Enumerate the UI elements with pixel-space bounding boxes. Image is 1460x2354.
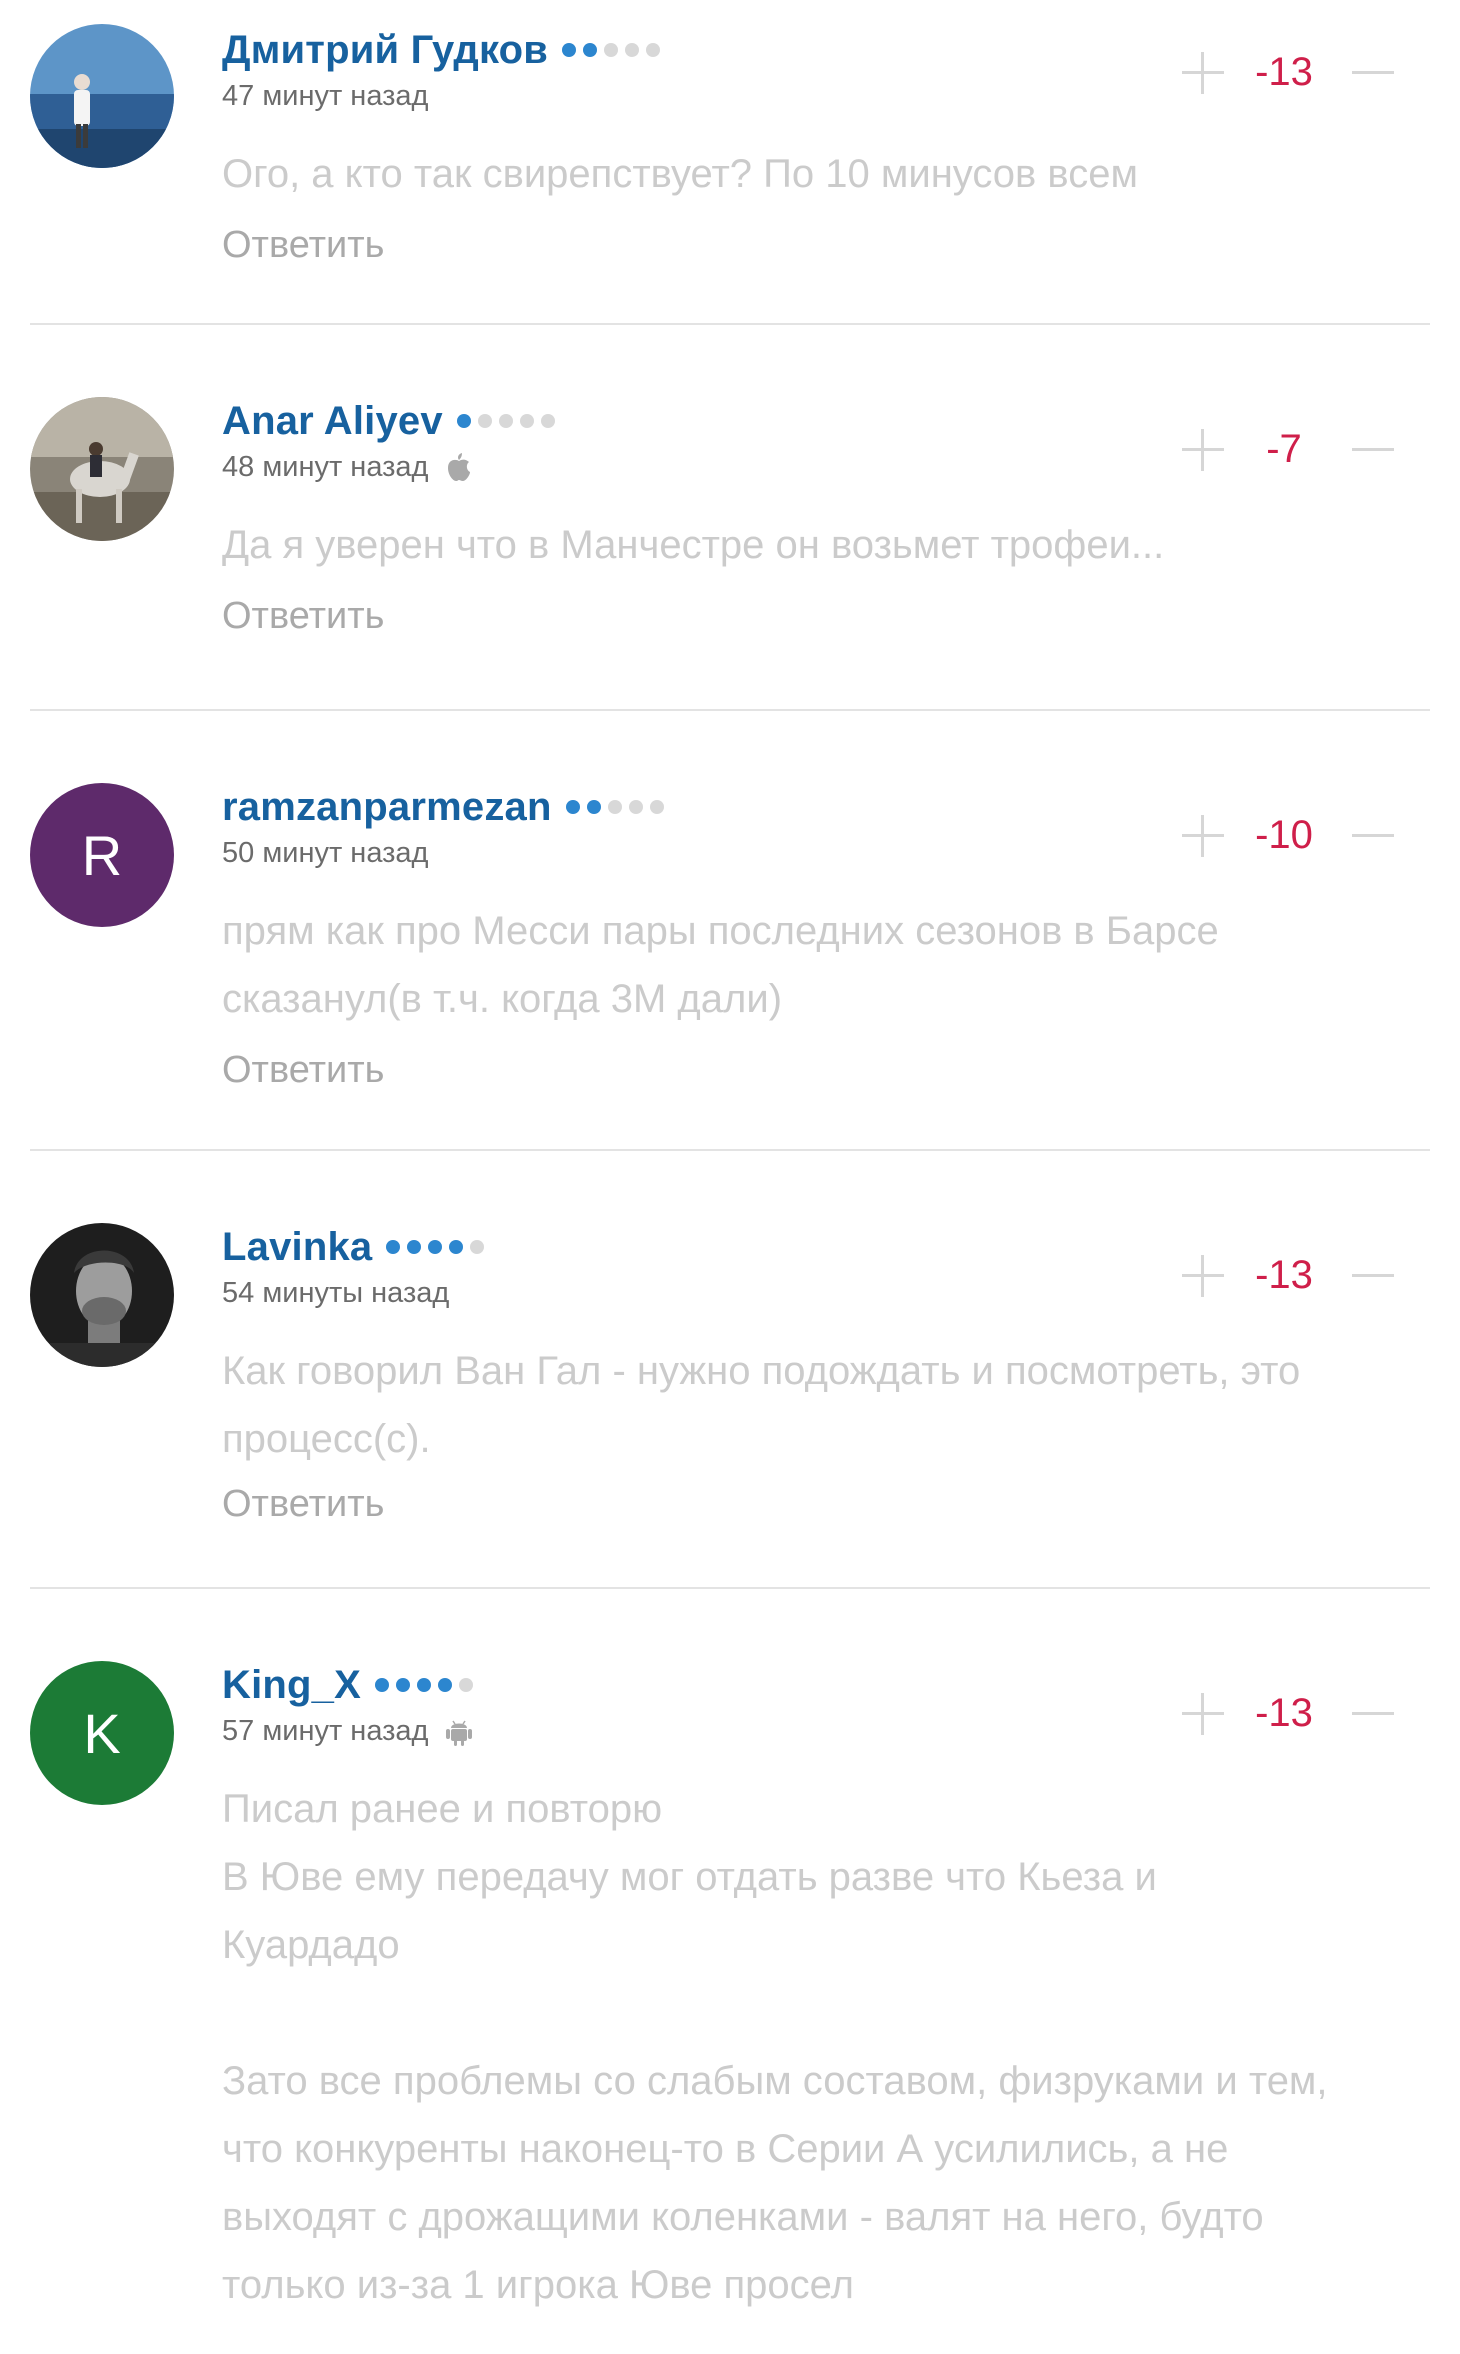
- upvote-button[interactable]: [1182, 1692, 1224, 1735]
- rating-dot: [449, 1240, 464, 1254]
- rating-dot: [628, 800, 643, 814]
- comment: Дмитрий Гудков 47 минут назад Ого, а кто…: [30, 0, 1430, 325]
- comment-paragraph: Писал ранее и повторю: [222, 1787, 663, 1831]
- comment-text: Да я уверен что в Манчестре он возьмет т…: [222, 511, 1430, 579]
- android-icon: [444, 1715, 474, 1747]
- avatar[interactable]: R: [30, 783, 174, 927]
- rating-dot: [646, 43, 661, 57]
- rating-dot: [607, 800, 622, 814]
- vote-controls: -7: [1182, 427, 1394, 472]
- upvote-button[interactable]: [1182, 51, 1224, 94]
- apple-icon: [444, 451, 474, 483]
- author-name[interactable]: Anar Aliyev: [222, 399, 443, 444]
- upvote-button[interactable]: [1182, 814, 1224, 857]
- comment-paragraph: прям как про Месси пары последних сезоно…: [222, 909, 1219, 1021]
- comment-text: Ого, а кто так свирепствует? По 10 минус…: [222, 140, 1430, 208]
- comment-text: прям как про Месси пары последних сезоно…: [222, 897, 1430, 1033]
- author-name[interactable]: Дмитрий Гудков: [222, 28, 548, 73]
- rating-dot: [477, 414, 492, 428]
- rating-dot: [565, 800, 580, 814]
- comment: R ramzanparmezan 50 минут назад прям как…: [30, 711, 1430, 1151]
- reply-button[interactable]: Ответить: [222, 1479, 384, 1529]
- rating-dot: [604, 43, 619, 57]
- comment: Anar Aliyev 48 минут назад Да я уверен ч…: [30, 325, 1430, 711]
- comment-time: 47 минут назад: [222, 79, 429, 112]
- rating-dot: [396, 1678, 410, 1692]
- upvote-button[interactable]: [1182, 428, 1224, 471]
- downvote-button[interactable]: [1352, 52, 1394, 94]
- vote-controls: -10: [1182, 813, 1394, 858]
- comment-paragraph: В Юве ему передачу мог отдать разве что …: [222, 1855, 1157, 1967]
- rating-dot: [586, 800, 601, 814]
- downvote-button[interactable]: [1352, 1255, 1394, 1297]
- avatar[interactable]: [30, 397, 174, 541]
- rating-dot: [459, 1678, 473, 1692]
- rating-dot: [583, 43, 598, 57]
- author-name[interactable]: Lavinka: [222, 1225, 372, 1270]
- comment: K King_X 57 минут назад Писал ранее и по…: [30, 1589, 1430, 2354]
- comment-time: 48 минут назад: [222, 450, 429, 483]
- comment-text: Писал ранее и повторю В Юве ему передачу…: [222, 1775, 1430, 2319]
- rating-dot: [470, 1240, 485, 1254]
- comment-time: 57 минут назад: [222, 1714, 429, 1747]
- comment-paragraph: Ого, а кто так свирепствует? По 10 минус…: [222, 152, 1138, 196]
- comment-paragraph: Как говорил Ван Гал - нужно подождать и …: [222, 1349, 1301, 1461]
- vote-controls: -13: [1182, 1691, 1394, 1736]
- rating-dot: [540, 414, 555, 428]
- rating-dot: [438, 1678, 452, 1692]
- author-name[interactable]: King_X: [222, 1663, 361, 1708]
- comment-text: Как говорил Ван Гал - нужно подождать и …: [222, 1337, 1430, 1473]
- rating-dot: [519, 414, 534, 428]
- comment-time: 54 минуты назад: [222, 1276, 450, 1309]
- vote-score: -13: [1255, 1691, 1313, 1735]
- rating-dot: [562, 43, 577, 57]
- rating-dot: [428, 1240, 443, 1254]
- comment-time: 50 минут назад: [222, 836, 429, 869]
- vote-score: -13: [1255, 1253, 1313, 1297]
- downvote-button[interactable]: [1352, 429, 1394, 471]
- avatar-letter: R: [81, 823, 123, 887]
- vote-score: -10: [1255, 813, 1313, 857]
- upvote-button[interactable]: [1182, 1254, 1224, 1297]
- vote-controls: -13: [1182, 50, 1394, 95]
- rating-dot: [407, 1240, 422, 1254]
- author-name[interactable]: ramzanparmezan: [222, 785, 552, 830]
- rating-dots: [386, 1240, 485, 1254]
- rating-dot: [649, 800, 664, 814]
- downvote-button[interactable]: [1352, 1693, 1394, 1735]
- rating-dot: [456, 414, 471, 428]
- rating-dot: [625, 43, 640, 57]
- comment-paragraph: Зато все проблемы со слабым составом, фи…: [222, 2059, 1328, 2307]
- avatar[interactable]: [30, 1223, 174, 1367]
- rating-dot: [386, 1240, 401, 1254]
- vote-controls: -13: [1182, 1253, 1394, 1298]
- downvote-button[interactable]: [1352, 815, 1394, 857]
- comments-list: Дмитрий Гудков 47 минут назад Ого, а кто…: [0, 0, 1460, 2354]
- vote-score: -13: [1255, 50, 1313, 94]
- comment-paragraph: Да я уверен что в Манчестре он возьмет т…: [222, 523, 1165, 567]
- rating-dots: [565, 800, 664, 814]
- rating-dot: [375, 1678, 389, 1692]
- rating-dots: [562, 43, 661, 57]
- reply-button[interactable]: Ответить: [222, 591, 384, 641]
- avatar[interactable]: [30, 24, 174, 168]
- avatar[interactable]: K: [30, 1661, 174, 1805]
- rating-dot: [498, 414, 513, 428]
- comment: Lavinka 54 минуты назад Как говорил Ван …: [30, 1151, 1430, 1589]
- rating-dot: [417, 1678, 431, 1692]
- rating-dots: [375, 1678, 473, 1692]
- vote-score: -7: [1266, 427, 1302, 471]
- rating-dots: [456, 414, 555, 428]
- reply-button[interactable]: Ответить: [222, 1045, 384, 1095]
- avatar-letter: K: [83, 1701, 121, 1765]
- reply-button[interactable]: Ответить: [222, 220, 384, 270]
